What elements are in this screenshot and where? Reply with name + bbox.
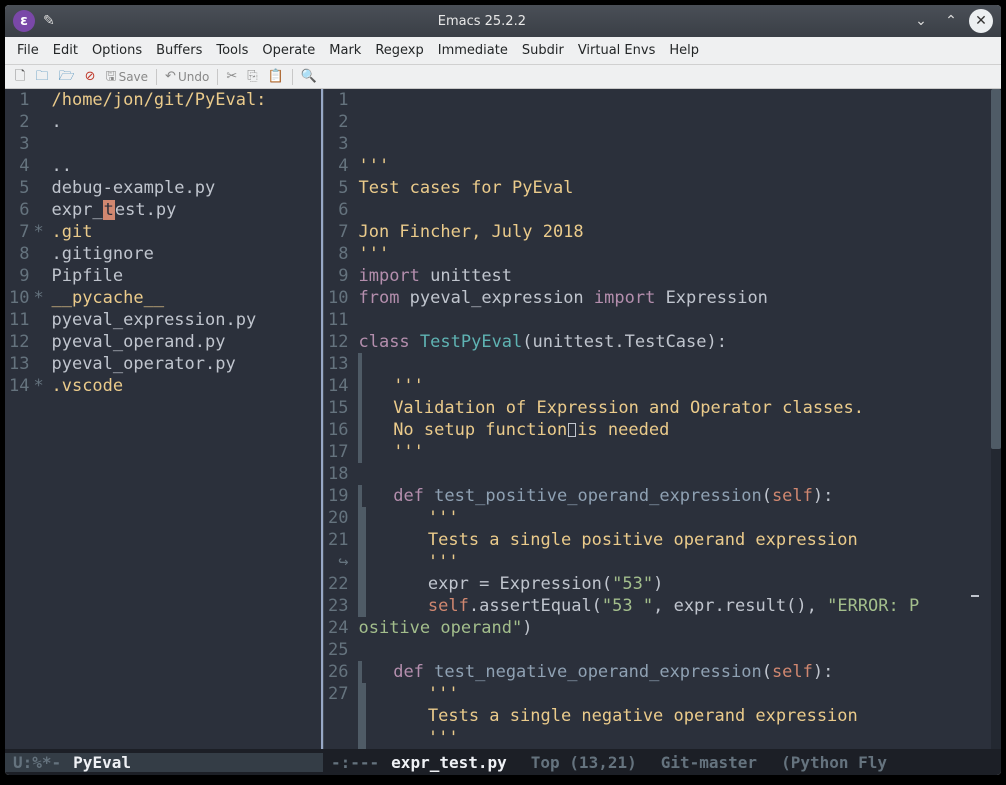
source-line[interactable]: import unittest (358, 265, 991, 287)
source-gutter: 123456789101112131415161718192021↪222324… (323, 89, 358, 749)
new-file-button[interactable]: 🗋 (11, 69, 29, 84)
source-line[interactable]: ''' (358, 683, 991, 705)
cursor-position: Top (13,21) (531, 753, 637, 772)
source-line[interactable] (358, 199, 991, 221)
title-bar: ε ✎ Emacs 25.2.2 ⌄ ⌃ ✕ (5, 5, 1001, 37)
menu-immediate[interactable]: Immediate (432, 41, 514, 60)
source-line[interactable]: def test_negative_operand_expression(sel… (358, 661, 991, 683)
dired-entry[interactable]: pyeval_expression.py (51, 309, 321, 331)
source-line[interactable]: Test cases for PyEval (358, 177, 991, 199)
menu-subdir[interactable]: Subdir (516, 41, 570, 60)
source-line[interactable]: Jon Fincher, July 2018 (358, 221, 991, 243)
scrollbar[interactable] (991, 89, 1001, 749)
source-line[interactable] (358, 639, 991, 661)
source-line[interactable]: ''' (358, 727, 991, 749)
buffer-status: U:%*- (13, 753, 61, 772)
cut-button[interactable]: ✂ (222, 69, 241, 84)
save-button[interactable]: 🖫Save (102, 69, 153, 85)
menu-help[interactable]: Help (663, 41, 705, 60)
window-title: Emacs 25.2.2 (55, 14, 909, 29)
minimize-button[interactable]: ⌄ (909, 9, 933, 33)
source-line[interactable]: class TestPyEval(unittest.TestCase): (358, 331, 991, 353)
open-folder-button[interactable]: 🗁 (54, 69, 78, 84)
source-line[interactable] (358, 463, 991, 485)
pin-icon[interactable]: ✎ (43, 13, 55, 29)
indent-guide (358, 353, 362, 375)
source-line[interactable]: Tests a single positive operand expressi… (358, 529, 991, 551)
source-code[interactable]: '''Test cases for PyEvalJon Fincher, Jul… (358, 89, 1001, 749)
dired-entry[interactable]: .vscode (51, 375, 321, 397)
buffer-name: expr_test.py (391, 753, 507, 772)
dired-entry[interactable]: pyeval_operator.py (51, 353, 321, 375)
copy-button[interactable]: ⎘ (243, 69, 261, 84)
menu-bar: FileEditOptionsBuffersToolsOperateMarkRe… (5, 37, 1001, 65)
dired-entry[interactable]: . (51, 111, 321, 133)
menu-options[interactable]: Options (86, 41, 148, 60)
dired-entry[interactable]: .gitignore (51, 243, 321, 265)
source-line[interactable]: ''' (358, 551, 991, 573)
dired-entry[interactable]: debug-example.py (51, 177, 321, 199)
source-line[interactable]: ''' (358, 155, 991, 177)
editor-area: 1234567*8910*11121314* /home/jon/git/PyE… (5, 89, 1001, 749)
paste-button[interactable]: 📋 (264, 69, 288, 84)
source-pane[interactable]: 123456789101112131415161718192021↪222324… (323, 89, 1001, 749)
dired-entry[interactable] (51, 133, 321, 155)
dired-entry[interactable]: /home/jon/git/PyEval: (51, 89, 321, 111)
menu-tools[interactable]: Tools (210, 41, 254, 60)
menu-file[interactable]: File (11, 41, 45, 60)
toolbar-separator (217, 69, 218, 85)
major-mode: (Python Fly (781, 753, 887, 772)
source-line[interactable]: ''' (358, 375, 991, 397)
menu-regexp[interactable]: Regexp (369, 41, 429, 60)
toolbar-separator (156, 69, 157, 85)
source-line[interactable]: ''' (358, 507, 991, 529)
menu-virtual-envs[interactable]: Virtual Envs (572, 41, 662, 60)
dired-entry[interactable]: pyeval_operand.py (51, 331, 321, 353)
source-line[interactable]: Validation of Expression and Operator cl… (358, 397, 991, 419)
buffer-name: PyEval (73, 753, 131, 772)
open-file-button[interactable]: 🗀 (31, 69, 52, 84)
dired-gutter: 1234567*8910*11121314* (5, 89, 51, 749)
source-line[interactable]: ''' (358, 441, 991, 463)
kill-buffer-button[interactable]: ⊘ (81, 69, 100, 84)
emacs-icon: ε (13, 10, 35, 32)
menu-buffers[interactable]: Buffers (150, 41, 208, 60)
window-frame: ε ✎ Emacs 25.2.2 ⌄ ⌃ ✕ FileEditOptionsBu… (5, 5, 1001, 775)
cursor-point (568, 423, 576, 437)
dired-entry[interactable]: expr_test.py (51, 199, 321, 221)
source-line[interactable] (358, 353, 991, 375)
scrollbar-thumb[interactable] (991, 89, 1001, 449)
undo-button[interactable]: ↶Undo (161, 69, 213, 85)
text-cursor: t (103, 200, 115, 220)
source-line[interactable]: No setup functionis needed (358, 419, 991, 441)
dired-listing[interactable]: /home/jon/git/PyEval:...debug-example.py… (51, 89, 321, 749)
source-line[interactable]: self.assertEqual("53 ", expr.result(), "… (358, 595, 991, 617)
source-line[interactable] (358, 309, 991, 331)
dired-pane[interactable]: 1234567*8910*11121314* /home/jon/git/PyE… (5, 89, 323, 749)
mode-line-dired[interactable]: U:%*- PyEval (5, 753, 323, 772)
dired-entry[interactable]: __pycache__ (51, 287, 321, 309)
source-line[interactable]: expr = Expression("53") (358, 573, 991, 595)
buffer-status: -:--- (331, 753, 379, 772)
menu-edit[interactable]: Edit (47, 41, 84, 60)
dired-entry[interactable]: Pipfile (51, 265, 321, 287)
mode-line-source[interactable]: -:--- expr_test.py Top (13,21) Git-maste… (323, 753, 1001, 772)
source-line[interactable]: Tests a single negative operand expressi… (358, 705, 991, 727)
menu-mark[interactable]: Mark (323, 41, 367, 60)
dired-entry[interactable]: .git (51, 221, 321, 243)
mode-line: U:%*- PyEval -:--- expr_test.py Top (13,… (5, 749, 1001, 775)
menu-operate[interactable]: Operate (256, 41, 321, 60)
source-line[interactable]: ''' (358, 243, 991, 265)
search-button[interactable]: 🔍 (297, 69, 321, 84)
toolbar-separator (292, 69, 293, 85)
source-line[interactable]: ositive operand") (358, 617, 991, 639)
wrap-indicator-icon (971, 595, 979, 597)
vc-status: Git-master (661, 753, 757, 772)
source-line[interactable]: from pyeval_expression import Expression (358, 287, 991, 309)
source-line[interactable]: def test_positive_operand_expression(sel… (358, 485, 991, 507)
close-button[interactable]: ✕ (969, 9, 993, 33)
maximize-button[interactable]: ⌃ (939, 9, 963, 33)
toolbar: 🗋 🗀 🗁 ⊘ 🖫Save ↶Undo ✂ ⎘ 📋 🔍 (5, 65, 1001, 89)
dired-entry[interactable]: .. (51, 155, 321, 177)
